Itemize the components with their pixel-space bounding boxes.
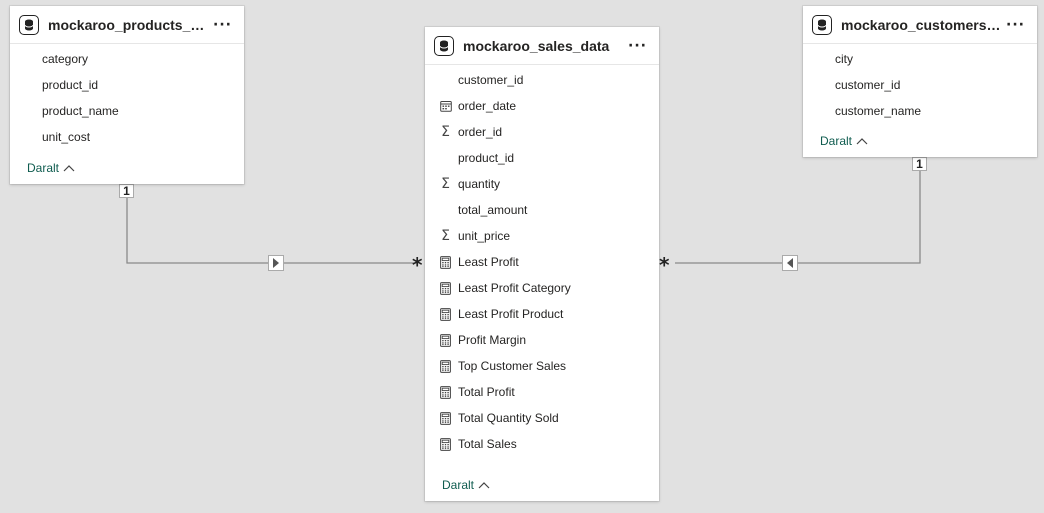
products-table-card[interactable]: mockaroo_products_data ··· category prod… xyxy=(10,6,244,184)
more-options-icon[interactable]: ··· xyxy=(624,38,651,54)
calculator-icon xyxy=(439,437,452,451)
model-canvas[interactable]: 1 1 * * mockaroo_products_data ··· categ… xyxy=(0,0,1044,513)
field-name: order_date xyxy=(458,99,517,113)
products-sales-line[interactable] xyxy=(126,197,417,264)
field-name: Total Quantity Sold xyxy=(458,411,559,425)
field-name: customer_id xyxy=(458,73,524,87)
field-row[interactable]: customer_id xyxy=(823,72,1037,98)
field-row[interactable]: Σorder_id xyxy=(427,119,659,145)
field-row[interactable]: product_id xyxy=(427,145,659,171)
collapse-button[interactable]: Daralt xyxy=(820,134,868,148)
field-name: Total Sales xyxy=(458,437,517,451)
field-row[interactable]: unit_cost xyxy=(30,124,244,150)
chevron-up-icon xyxy=(63,165,75,172)
field-row[interactable]: order_date xyxy=(427,93,659,119)
field-name: total_amount xyxy=(458,203,528,217)
field-name: unit_cost xyxy=(42,130,91,144)
filter-direction-left-icon[interactable] xyxy=(782,255,798,271)
field-row[interactable]: Least Profit Product xyxy=(427,301,659,327)
customers-one-marker: 1 xyxy=(912,157,927,171)
field-row[interactable]: Least Profit xyxy=(427,249,659,275)
sales-many-marker-left: * xyxy=(412,253,423,277)
sigma-icon: Σ xyxy=(441,228,450,244)
field-name: Least Profit Product xyxy=(458,307,564,321)
field-name: product_id xyxy=(42,78,99,92)
field-name: unit_price xyxy=(458,229,511,243)
field-row[interactable]: Total Profit xyxy=(427,379,659,405)
field-row[interactable]: city xyxy=(823,46,1037,72)
field-name: Least Profit Category xyxy=(458,281,571,295)
field-name: Top Customer Sales xyxy=(458,359,567,373)
sales-field-list: customer_id order_date Σorder_id product_id… xyxy=(425,65,659,457)
calculator-icon xyxy=(439,281,452,295)
customers-sales-line[interactable] xyxy=(675,170,921,264)
field-row[interactable]: customer_id xyxy=(427,67,659,93)
calendar-icon xyxy=(439,99,452,113)
collapse-label: Daralt xyxy=(442,478,475,492)
field-name: quantity xyxy=(458,177,501,191)
field-icon-placeholder xyxy=(439,73,452,87)
collapse-button[interactable]: Daralt xyxy=(27,161,75,175)
table-icon xyxy=(19,14,39,35)
sales-table-header[interactable]: mockaroo_sales_data ··· xyxy=(425,27,659,65)
calculator-icon xyxy=(439,359,452,373)
field-row[interactable]: Profit Margin xyxy=(427,327,659,353)
field-name: category xyxy=(42,52,89,66)
field-name: product_name xyxy=(42,104,119,118)
table-icon xyxy=(434,35,454,56)
field-name: order_id xyxy=(458,125,503,139)
field-row[interactable]: product_name xyxy=(30,98,244,124)
field-row[interactable]: Least Profit Category xyxy=(427,275,659,301)
field-name: Least Profit xyxy=(458,255,519,269)
sales-many-marker-right: * xyxy=(659,253,670,277)
calculator-icon xyxy=(439,333,452,347)
chevron-up-icon xyxy=(478,482,490,489)
sales-table-title: mockaroo_sales_data xyxy=(463,37,610,54)
field-icon-placeholder xyxy=(439,203,452,217)
sigma-icon: Σ xyxy=(441,124,450,140)
products-table-title: mockaroo_products_data xyxy=(48,16,210,33)
field-row[interactable]: customer_name xyxy=(823,98,1037,124)
customers-field-list: city customer_id customer_name xyxy=(803,44,1037,124)
calculator-icon xyxy=(439,411,452,425)
more-options-icon[interactable]: ··· xyxy=(1002,17,1029,33)
customers-table-header[interactable]: mockaroo_customers_d... ··· xyxy=(803,6,1037,44)
more-options-icon[interactable]: ··· xyxy=(209,17,236,33)
field-row[interactable]: product_id xyxy=(30,72,244,98)
table-icon xyxy=(812,14,832,35)
calculator-icon xyxy=(439,255,452,269)
sales-table-card[interactable]: mockaroo_sales_data ··· customer_idorder… xyxy=(425,27,659,501)
field-name: customer_name xyxy=(835,104,922,118)
calculator-icon xyxy=(439,307,452,321)
products-field-list: category product_id product_name unit_co… xyxy=(10,44,244,150)
field-name: city xyxy=(835,52,853,66)
collapse-label: Daralt xyxy=(820,134,853,148)
filter-direction-right-icon[interactable] xyxy=(268,255,284,271)
collapse-label: Daralt xyxy=(27,161,60,175)
field-icon-placeholder xyxy=(439,151,452,165)
collapse-button[interactable]: Daralt xyxy=(442,478,490,492)
products-one-marker: 1 xyxy=(119,184,134,198)
field-row[interactable]: Top Customer Sales xyxy=(427,353,659,379)
chevron-up-icon xyxy=(856,138,868,145)
field-name: Profit Margin xyxy=(458,333,527,347)
field-row[interactable]: total_amount xyxy=(427,197,659,223)
field-row[interactable]: Σunit_price xyxy=(427,223,659,249)
customers-table-card[interactable]: mockaroo_customers_d... ··· city custome… xyxy=(803,6,1037,157)
field-row[interactable]: category xyxy=(30,46,244,72)
field-row[interactable]: Total Quantity Sold xyxy=(427,405,659,431)
customers-table-title: mockaroo_customers_d... xyxy=(841,16,1003,33)
field-row[interactable]: Total Sales xyxy=(427,431,659,457)
sigma-icon: Σ xyxy=(441,176,450,192)
products-table-header[interactable]: mockaroo_products_data ··· xyxy=(10,6,244,44)
field-name: product_id xyxy=(458,151,515,165)
field-name: Total Profit xyxy=(458,385,515,399)
field-name: customer_id xyxy=(835,78,901,92)
calculator-icon xyxy=(439,385,452,399)
field-row[interactable]: Σquantity xyxy=(427,171,659,197)
